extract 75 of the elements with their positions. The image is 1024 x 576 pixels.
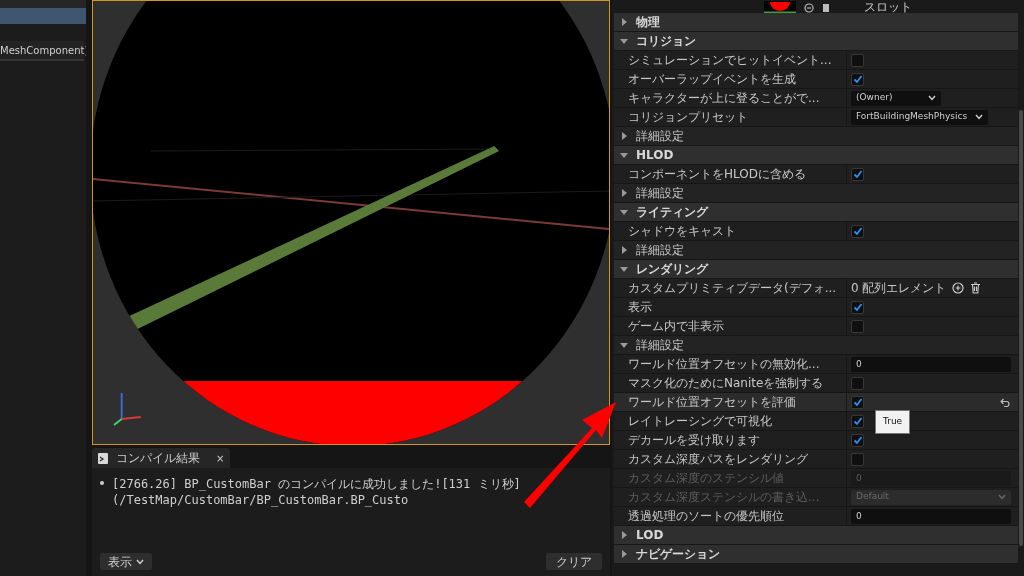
property-label: コリジョンプリセット (627, 109, 749, 126)
property-label: ゲーム内で非表示 (627, 318, 725, 335)
property-label: レイトレーシングで可視化 (627, 413, 773, 430)
property-label: キャラクターが上に登ることがで... (627, 90, 821, 107)
property-label: オーバーラップイベントを生成 (627, 71, 797, 88)
number-field[interactable]: 0 (851, 508, 1011, 524)
checkbox[interactable] (851, 414, 864, 428)
collapse-arrow-icon[interactable] (620, 341, 628, 349)
scrollbar-thumb[interactable] (1019, 110, 1023, 546)
chevron-down-icon (136, 558, 144, 565)
dropdown[interactable]: (Owner) (851, 90, 941, 106)
dropdown[interactable]: FortBuildingMeshPhysics (851, 109, 989, 125)
collapse-arrow-icon[interactable] (620, 151, 628, 159)
reset-icon[interactable] (1000, 397, 1010, 407)
compile-results-tab[interactable]: コンパイル結果 × (92, 448, 231, 468)
group-label[interactable]: 詳細設定 (636, 184, 684, 202)
section-header[interactable]: コリジョン (636, 32, 696, 50)
checkbox[interactable] (851, 300, 864, 314)
property-label: マスク化のためにNaniteを強制する (627, 375, 825, 392)
clear-button[interactable]: クリア (546, 553, 602, 570)
slot-label: スロット (864, 1, 912, 13)
property-label: コンポーネントをHLODに含める (627, 166, 807, 183)
bullet-icon (100, 481, 104, 485)
property-label: デカールを受け取ります (627, 432, 761, 449)
section-header[interactable]: HLOD (636, 146, 674, 164)
section-header[interactable]: LOD (636, 526, 664, 544)
section-header[interactable]: 物理 (636, 13, 660, 31)
chevron-down-icon (975, 114, 984, 120)
property-label: 透過処理のソートの優先順位 (627, 508, 785, 525)
chevron-down-icon (928, 95, 936, 101)
property-label: シミュレーションでヒットイベント... (627, 52, 833, 69)
checkbox[interactable] (851, 395, 864, 409)
log-message: [2766.26] BP_CustomBar のコンパイルに成功しました![131 ミリ秒] (/TestMap/CustomBar/BP_CustomBar.BP_Custo (112, 476, 522, 508)
property-label: シャドウをキャスト (627, 223, 737, 240)
add-icon[interactable] (952, 282, 965, 294)
show-button[interactable]: 表示 (100, 553, 152, 570)
group-label[interactable]: 詳細設定 (636, 241, 684, 259)
checkbox[interactable] (851, 224, 864, 238)
checkbox[interactable] (851, 167, 864, 181)
chevron-down-icon (998, 494, 1006, 500)
collapse-arrow-icon[interactable] (620, 208, 628, 216)
array-count: 0 配列エレメント (851, 280, 947, 297)
expand-arrow-icon[interactable] (620, 132, 628, 140)
mesh-thumbnail-icon (764, 1, 796, 13)
tooltip: True (875, 410, 911, 434)
property-label: 表示 (627, 299, 653, 316)
trash-icon[interactable] (970, 282, 982, 294)
expand-arrow-icon[interactable] (620, 189, 628, 197)
expand-arrow-icon[interactable] (620, 18, 628, 26)
close-button[interactable]: × (216, 450, 225, 466)
checkbox[interactable] (851, 53, 864, 67)
checkbox[interactable] (851, 433, 864, 447)
component-item[interactable]: MeshComponent) (0, 42, 89, 58)
checkbox[interactable] (851, 376, 864, 390)
document-icon[interactable] (822, 3, 832, 13)
section-header[interactable]: レンダリング (636, 260, 708, 278)
expand-arrow-icon[interactable] (620, 550, 628, 558)
group-label[interactable]: 詳細設定 (636, 336, 684, 354)
section-header[interactable]: ライティング (636, 203, 708, 221)
expand-arrow-icon[interactable] (620, 246, 628, 254)
checkbox[interactable] (851, 72, 864, 86)
terminal-icon (98, 452, 108, 464)
section-header[interactable]: ナビゲーション (636, 545, 720, 563)
property-label: カスタムプリミティブデータ(デフォ... (627, 280, 838, 297)
number-field[interactable]: 0 (851, 356, 1011, 372)
browse-icon[interactable] (804, 3, 814, 13)
checkbox[interactable] (851, 452, 864, 466)
collapse-arrow-icon[interactable] (620, 37, 628, 45)
collapse-arrow-icon[interactable] (620, 265, 628, 273)
property-label: ワールド位置オフセットの無効化... (627, 356, 821, 373)
checkbox[interactable] (851, 319, 864, 333)
group-label[interactable]: 詳細設定 (636, 127, 684, 145)
property-label: カスタム深度パスをレンダリング (627, 451, 809, 468)
property-label: ワールド位置オフセットを評価 (627, 394, 797, 411)
expand-arrow-icon[interactable] (620, 531, 628, 539)
